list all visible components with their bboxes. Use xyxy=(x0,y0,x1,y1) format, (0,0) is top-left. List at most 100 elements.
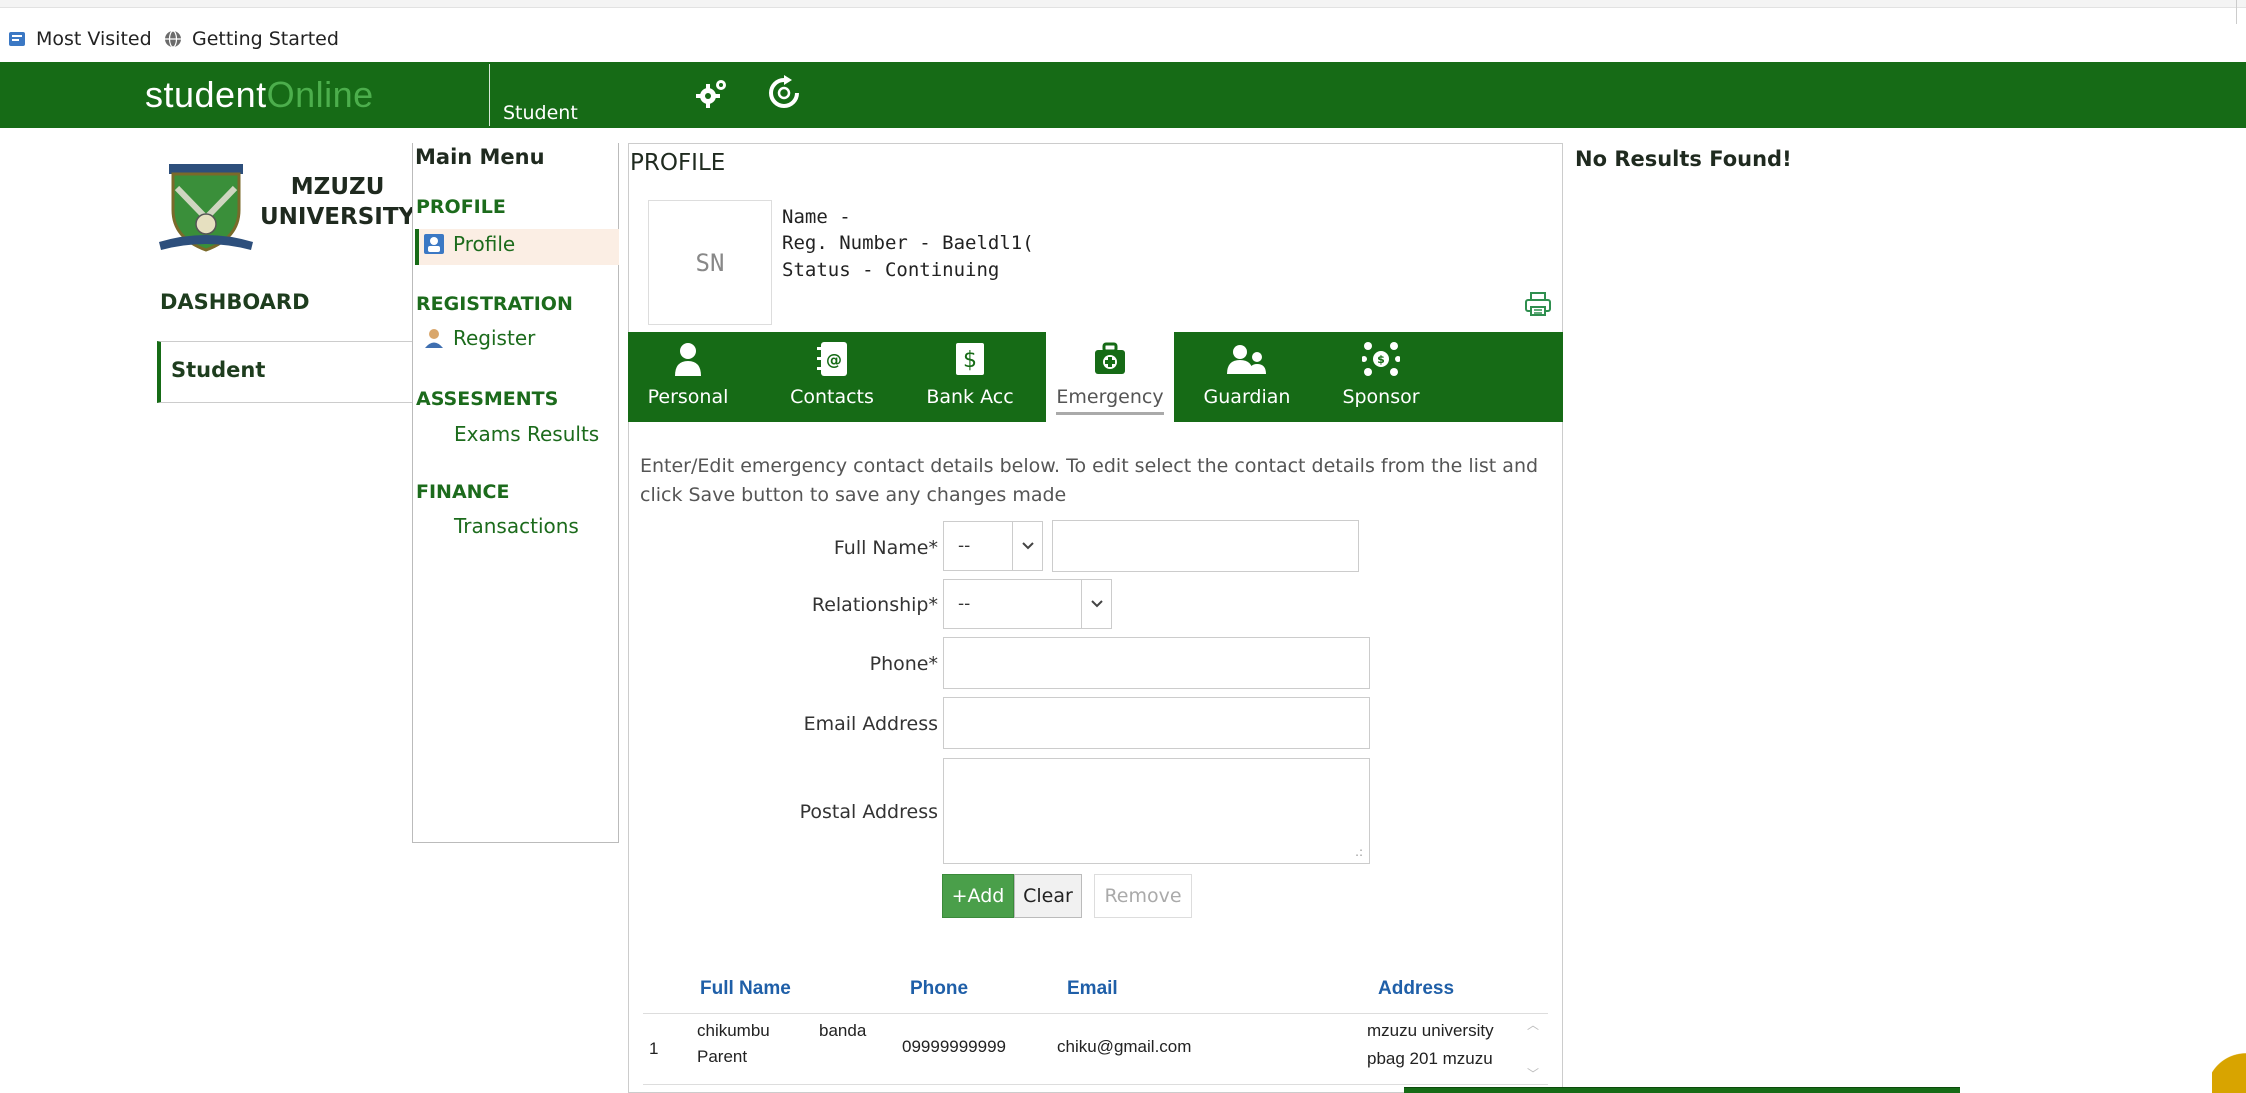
brand-part-1: student xyxy=(145,74,267,115)
chevron-down-icon xyxy=(1012,522,1042,570)
menu-section-profile: PROFILE xyxy=(416,196,506,218)
refresh-icon[interactable] xyxy=(765,74,803,112)
remove-button[interactable]: Remove xyxy=(1094,874,1192,918)
tab-sponsor[interactable]: $ Sponsor xyxy=(1328,332,1434,422)
bookmark-folder-icon xyxy=(9,32,25,46)
full-name-label: Full Name* xyxy=(833,537,938,559)
menu-item-exams-results[interactable]: Exams Results xyxy=(454,422,599,446)
tab-label: Guardian xyxy=(1203,386,1291,408)
nav-student[interactable]: Student xyxy=(157,341,415,403)
full-name-select-value: -- xyxy=(958,536,971,556)
row-email: chiku@gmail.com xyxy=(1057,1037,1192,1056)
email-label: Email Address xyxy=(803,713,938,735)
footer-bar xyxy=(1404,1087,1960,1093)
relationship-select-value: -- xyxy=(958,594,971,614)
nav-dashboard[interactable]: DASHBOARD xyxy=(160,290,310,314)
resize-grip-icon[interactable]: .: xyxy=(1355,845,1363,859)
relationship-select[interactable]: -- xyxy=(943,579,1112,629)
bookmark-label: Most Visited xyxy=(36,28,152,50)
header-user-label[interactable]: Student xyxy=(503,102,578,124)
browser-chrome-edge xyxy=(0,0,2246,8)
table-header-full-name: Full Name xyxy=(700,978,791,999)
row-address-line2: pbag 201 mzuzu xyxy=(1367,1049,1493,1068)
menu-item-label: Register xyxy=(453,326,536,350)
university-name-line2: UNIVERSITY xyxy=(260,204,416,230)
main-menu-title: Main Menu xyxy=(415,145,545,169)
tab-emergency[interactable]: Emergency xyxy=(1046,332,1174,422)
full-name-input[interactable] xyxy=(1052,520,1359,572)
menu-item-label: Transactions xyxy=(454,514,579,538)
profile-card-icon xyxy=(424,234,444,254)
table-scrollbar[interactable]: ︿ ﹀ xyxy=(1522,1016,1544,1082)
row-phone: 09999999999 xyxy=(902,1037,1007,1056)
bookmark-getting-started[interactable]: Getting Started xyxy=(164,28,339,50)
menu-item-profile[interactable]: Profile xyxy=(423,232,515,256)
tab-bank-acc[interactable]: $ Bank Acc xyxy=(915,332,1025,422)
no-results-message: No Results Found! xyxy=(1575,147,1792,171)
person-icon xyxy=(675,343,701,376)
svg-text:$: $ xyxy=(1377,353,1385,366)
postal-address-label: Postal Address xyxy=(799,801,938,823)
table-header-phone: Phone xyxy=(910,978,969,999)
form-instructions: Enter/Edit emergency contact details bel… xyxy=(640,455,1539,506)
tab-label: Contacts xyxy=(790,386,874,408)
globe-icon xyxy=(165,30,181,48)
edge-decoration xyxy=(2212,1030,2246,1093)
tab-label: Sponsor xyxy=(1342,386,1420,408)
scroll-up-icon[interactable]: ︿ xyxy=(1527,1016,1539,1033)
tab-personal[interactable]: Personal xyxy=(642,332,734,422)
row-full-name-b: banda xyxy=(819,1021,867,1040)
print-icon[interactable] xyxy=(1524,290,1552,318)
tab-contacts[interactable]: @ Contacts xyxy=(784,332,880,422)
row-index: 1 xyxy=(649,1039,659,1058)
bookmark-most-visited[interactable]: Most Visited xyxy=(8,28,152,50)
table-row[interactable]: 1 chikumbu banda Parent 09999999999 chik… xyxy=(643,1013,1548,1085)
scroll-down-icon[interactable]: ﹀ xyxy=(1527,1065,1539,1082)
table-header-address: Address xyxy=(1378,978,1455,999)
settings-gears-icon[interactable] xyxy=(693,74,731,112)
sponsor-icon: $ xyxy=(1362,342,1400,376)
address-book-icon: @ xyxy=(817,342,847,376)
postal-address-textarea[interactable]: .: xyxy=(943,758,1370,864)
svg-text:$: $ xyxy=(963,348,977,373)
tab-label: Emergency xyxy=(1056,386,1164,415)
avatar-initials: SN xyxy=(695,248,725,277)
row-address-line1: mzuzu university xyxy=(1367,1021,1494,1040)
add-button[interactable]: +Add xyxy=(942,874,1014,918)
university-logo[interactable]: MZUZU UNIVERSITY xyxy=(155,152,415,262)
tab-guardian[interactable]: Guardian xyxy=(1194,332,1300,422)
profile-tabs: Personal @ Contacts $ Bank Acc Emergency… xyxy=(628,332,1563,422)
phone-input[interactable] xyxy=(943,637,1370,689)
profile-title: PROFILE xyxy=(630,150,726,176)
tab-label: Personal xyxy=(647,386,729,408)
profile-status: Status - Continuing xyxy=(782,259,1000,281)
tab-label: Bank Acc xyxy=(926,386,1014,408)
dollar-icon: $ xyxy=(956,343,984,375)
menu-section-registration: REGISTRATION xyxy=(416,293,573,315)
svg-text:@: @ xyxy=(826,350,842,369)
profile-name: Name - xyxy=(782,206,851,228)
brand-logo[interactable]: studentOnline xyxy=(145,74,374,116)
menu-section-finance: FINANCE xyxy=(416,481,510,503)
phone-label: Phone* xyxy=(869,653,938,675)
header-divider xyxy=(489,64,490,126)
guardian-icon xyxy=(1227,345,1266,374)
clear-button[interactable]: Clear xyxy=(1014,874,1082,918)
table-header-email: Email xyxy=(1067,978,1118,999)
app-header: studentOnline Student xyxy=(0,62,2246,128)
bookmark-label: Getting Started xyxy=(192,28,339,50)
first-aid-kit-icon xyxy=(1095,342,1125,374)
email-input[interactable] xyxy=(943,697,1370,749)
university-crest-icon xyxy=(159,164,253,252)
row-full-name: chikumbu xyxy=(697,1021,770,1040)
nav-student-label: Student xyxy=(171,358,266,382)
menu-item-label: Profile xyxy=(453,232,516,256)
relationship-label: Relationship* xyxy=(811,594,938,616)
row-relationship: Parent xyxy=(697,1047,748,1066)
bookmarks-bar: Most Visited Getting Started xyxy=(0,0,2246,62)
university-name-line1: MZUZU xyxy=(290,174,385,200)
menu-item-transactions[interactable]: Transactions xyxy=(454,514,579,538)
menu-item-label: Exams Results xyxy=(454,422,600,446)
menu-item-register[interactable]: Register xyxy=(423,326,535,350)
full-name-select[interactable]: -- xyxy=(943,521,1043,571)
